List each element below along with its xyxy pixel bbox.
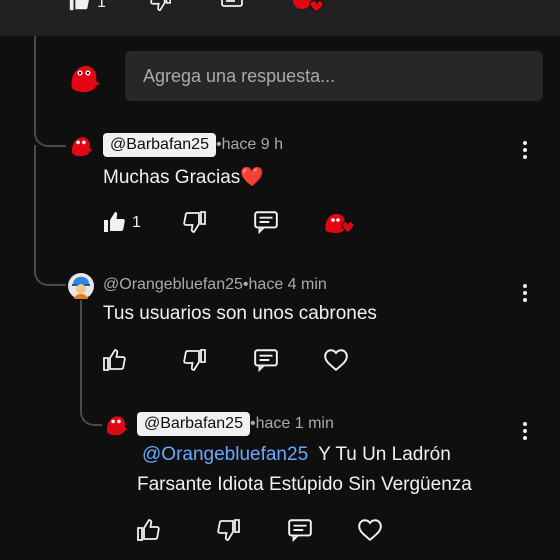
timestamp[interactable]: hace 1 min: [256, 415, 334, 433]
thumb-down-icon[interactable]: [183, 210, 207, 234]
heart-icon[interactable]: [323, 348, 349, 372]
thumb-down-icon[interactable]: [150, 0, 172, 12]
thumb-up-icon[interactable]: [68, 0, 90, 12]
timestamp[interactable]: hace 9 h: [222, 136, 283, 154]
thumb-down-icon[interactable]: [183, 348, 207, 372]
reply-thread-connector: [80, 390, 102, 426]
avatar[interactable]: [103, 412, 129, 438]
heart-icon[interactable]: [357, 518, 383, 542]
creator-heart-icon[interactable]: [322, 208, 356, 236]
thread-line: [34, 145, 36, 265]
author-handle[interactable]: @Orangebluefan25: [103, 276, 243, 294]
comment-text: Muchas Gracias❤️: [103, 165, 264, 189]
comment-icon[interactable]: [253, 210, 279, 234]
creator-heart-icon[interactable]: [290, 0, 324, 16]
comment-body: Muchas Gracias: [103, 167, 241, 188]
comment-body: Y Tu Un Ladrón: [313, 444, 451, 465]
like-count: 1: [97, 0, 106, 11]
thumb-down-icon[interactable]: [217, 518, 241, 542]
timestamp[interactable]: hace 4 min: [249, 276, 327, 294]
heart-emoji: ❤️: [240, 167, 264, 188]
mention-link[interactable]: @Orangebluefan25: [142, 444, 308, 465]
thread-connector: [34, 250, 66, 286]
avatar[interactable]: [68, 133, 94, 159]
avatar[interactable]: [66, 60, 102, 96]
more-vert-icon[interactable]: [523, 138, 527, 162]
comment-icon[interactable]: [253, 348, 279, 372]
avatar[interactable]: [68, 273, 94, 299]
previous-comment-actions: 1: [0, 0, 560, 36]
thumb-up-icon[interactable]: [102, 210, 126, 234]
comment-header: @Barbafan25 • hace 9 h: [103, 133, 283, 157]
thumb-up-icon[interactable]: [102, 348, 126, 372]
comment-text-line: @Orangebluefan25 Y Tu Un Ladrón: [142, 444, 451, 466]
comment-icon[interactable]: [287, 518, 313, 542]
comment-header: @Barbafan25 • hace 1 min: [137, 412, 334, 436]
like-count: 1: [132, 214, 141, 231]
more-vert-icon[interactable]: [523, 281, 527, 305]
thread-connector: [34, 110, 66, 147]
author-handle[interactable]: @Barbafan25: [137, 412, 250, 436]
more-vert-icon[interactable]: [523, 419, 527, 443]
comment-text-line: Farsante Idiota Estúpido Sin Vergüenza: [137, 474, 472, 495]
comment-text: Tus usuarios son unos cabrones: [103, 303, 377, 324]
comment-header: @Orangebluefan25 • hace 4 min: [103, 276, 327, 294]
thumb-up-icon[interactable]: [136, 518, 160, 542]
reply-input[interactable]: Agrega una respuesta...: [125, 51, 543, 101]
comment-icon[interactable]: [220, 0, 244, 12]
author-handle[interactable]: @Barbafan25: [103, 133, 216, 157]
